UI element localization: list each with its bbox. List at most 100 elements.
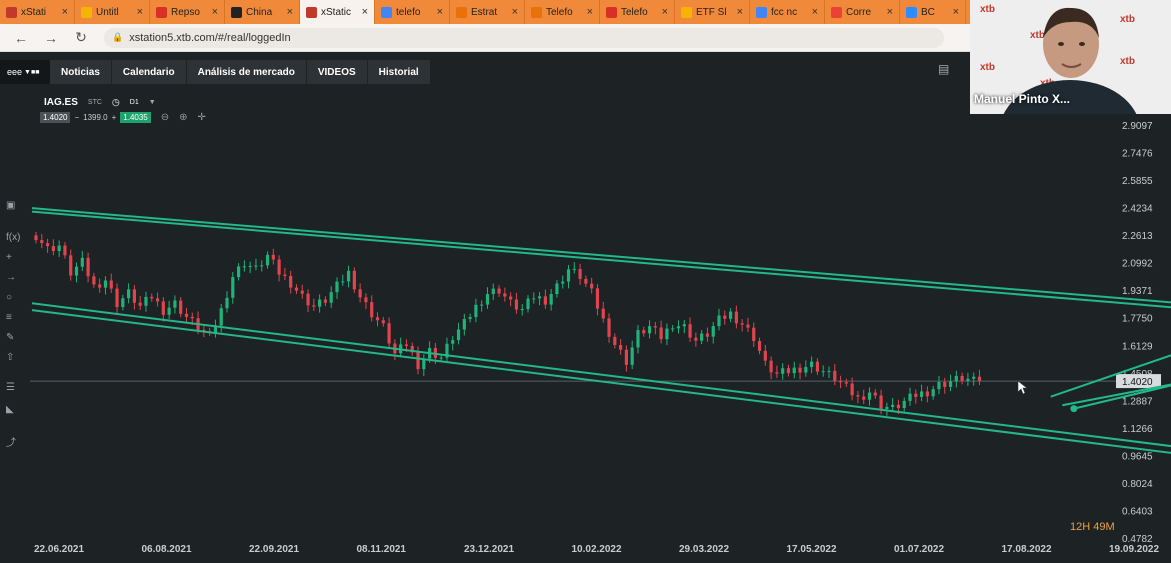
layers-tool-icon[interactable]: ◣: [6, 404, 14, 415]
browser-tab[interactable]: Repso ×: [150, 0, 225, 24]
candle-body: [838, 380, 843, 383]
browser-tab[interactable]: Corre ×: [825, 0, 900, 24]
menu-item-analisis[interactable]: Análisis de mercado: [186, 60, 307, 84]
y-tick-label: 1.1266: [1122, 424, 1153, 435]
menu-item-historial[interactable]: Historial: [367, 60, 431, 84]
cursor-tool-icon[interactable]: ▣: [6, 200, 15, 211]
close-tab-icon[interactable]: ×: [808, 6, 818, 18]
candle-body: [254, 265, 258, 267]
close-tab-icon[interactable]: ×: [358, 6, 368, 18]
tab-label: Corre: [846, 6, 872, 18]
browser-tab[interactable]: xStatic ×: [300, 0, 375, 24]
bid-price[interactable]: 1.4020: [40, 112, 71, 123]
function-tool-icon[interactable]: f(x): [6, 232, 20, 243]
candle-body: [265, 254, 270, 266]
browser-tab[interactable]: Untitl ×: [75, 0, 150, 24]
close-tab-icon[interactable]: ×: [883, 6, 893, 18]
forward-icon[interactable]: →: [42, 30, 60, 46]
candle-body: [63, 245, 67, 256]
main-menu-button[interactable]: eee ▼■■: [0, 60, 50, 84]
x-tick-label: 01.07.2022: [894, 544, 944, 555]
fibonacci-tool-icon[interactable]: ≡: [6, 312, 12, 323]
candle-body: [833, 370, 837, 381]
tab-favicon-icon: [831, 6, 842, 18]
close-tab-icon[interactable]: ×: [583, 6, 593, 18]
clock-icon[interactable]: ◷: [112, 97, 120, 108]
browser-tab[interactable]: xStati ×: [0, 0, 75, 24]
candle-body: [705, 333, 710, 337]
close-tab-icon[interactable]: ×: [733, 6, 743, 18]
browser-tab[interactable]: BC ×: [900, 0, 966, 24]
candle-body: [920, 391, 924, 397]
close-tab-icon[interactable]: ×: [208, 6, 218, 18]
crosshair-tool-icon[interactable]: +: [6, 252, 12, 263]
candle-body: [283, 274, 287, 276]
tab-label: Untitl: [96, 6, 119, 18]
browser-tab[interactable]: ETF Sl ×: [675, 0, 750, 24]
symbol-type: STC: [87, 99, 102, 106]
candle-body: [161, 301, 165, 315]
close-tab-icon[interactable]: ×: [133, 6, 143, 18]
close-tab-icon[interactable]: ×: [508, 6, 518, 18]
candle-body: [115, 288, 119, 308]
candle-body: [462, 318, 466, 330]
candle-body: [665, 328, 669, 340]
candle-body: [190, 316, 194, 319]
menu-item-calendario[interactable]: Calendario: [111, 60, 187, 84]
tab-label: xStati: [21, 6, 47, 18]
channel-trendline: [31, 302, 1171, 448]
candle-body: [69, 255, 73, 276]
candle-body: [509, 296, 513, 300]
close-tab-icon[interactable]: ×: [58, 6, 68, 18]
close-tab-icon[interactable]: ×: [949, 6, 959, 18]
plus-icon[interactable]: +: [112, 113, 117, 122]
crosshair-icon[interactable]: ✛: [198, 112, 206, 123]
magnet-tool-icon[interactable]: ☰: [6, 382, 15, 393]
menu-item-videos[interactable]: VIDEOS: [306, 60, 368, 84]
circle-tool-icon[interactable]: ○: [6, 292, 12, 303]
y-tick-label: 2.9097: [1122, 121, 1153, 132]
close-tab-icon[interactable]: ×: [283, 6, 293, 18]
browser-tab[interactable]: Telefo ×: [600, 0, 675, 24]
browser-tab[interactable]: China ×: [225, 0, 300, 24]
arrow-up-tool-icon[interactable]: ⇧: [6, 352, 14, 363]
ask-price[interactable]: 1.4035: [120, 112, 151, 123]
y-tick-label: 0.9645: [1122, 451, 1153, 462]
zoom-in-icon[interactable]: ⊕: [179, 112, 187, 123]
price-chart[interactable]: 2.9097 2.7476 2.5855 2.4234 2.2613 2.0992 1.93…: [0, 86, 1171, 563]
close-tab-icon[interactable]: ×: [433, 6, 443, 18]
candle-body: [763, 350, 767, 361]
browser-tab[interactable]: telefo ×: [375, 0, 450, 24]
menu-item-noticias[interactable]: Noticias: [50, 60, 112, 84]
candle-body: [497, 288, 501, 294]
candle-body: [375, 317, 380, 321]
browser-tab[interactable]: fcc nc ×: [750, 0, 825, 24]
layout-icon[interactable]: ▤: [938, 62, 949, 76]
candle-body: [416, 352, 420, 370]
share-icon[interactable]: ⤴: [6, 434, 16, 449]
browser-tab[interactable]: Estrat ×: [450, 0, 525, 24]
symbol-name[interactable]: IAG.ES: [44, 97, 78, 108]
current-price-label: 1.4020: [1122, 377, 1153, 388]
reload-icon[interactable]: ↻: [72, 29, 90, 46]
zoom-out-icon[interactable]: ⊖: [161, 112, 169, 123]
tab-favicon-icon: [681, 6, 692, 18]
back-icon[interactable]: ←: [12, 30, 30, 46]
candle-body: [781, 368, 785, 374]
pencil-tool-icon[interactable]: ✎: [6, 332, 14, 343]
candle-body: [607, 318, 611, 337]
close-tab-icon[interactable]: ×: [658, 6, 668, 18]
candle-body: [225, 297, 229, 309]
x-tick-label: 22.06.2021: [34, 544, 84, 555]
url-field[interactable]: 🔒 xstation5.xtb.com/#/real/loggedIn: [104, 27, 944, 48]
interval-select[interactable]: D1: [130, 99, 139, 106]
candle-body: [271, 254, 275, 260]
chevron-down-icon[interactable]: ▼: [149, 99, 156, 106]
line-tool-icon[interactable]: →: [6, 272, 16, 283]
candle-body: [873, 392, 877, 396]
tab-favicon-icon: [906, 6, 917, 18]
browser-tab[interactable]: Telefo ×: [525, 0, 600, 24]
minus-icon[interactable]: −: [74, 113, 79, 122]
tab-favicon-icon: [6, 6, 17, 18]
candle-body: [827, 370, 831, 372]
